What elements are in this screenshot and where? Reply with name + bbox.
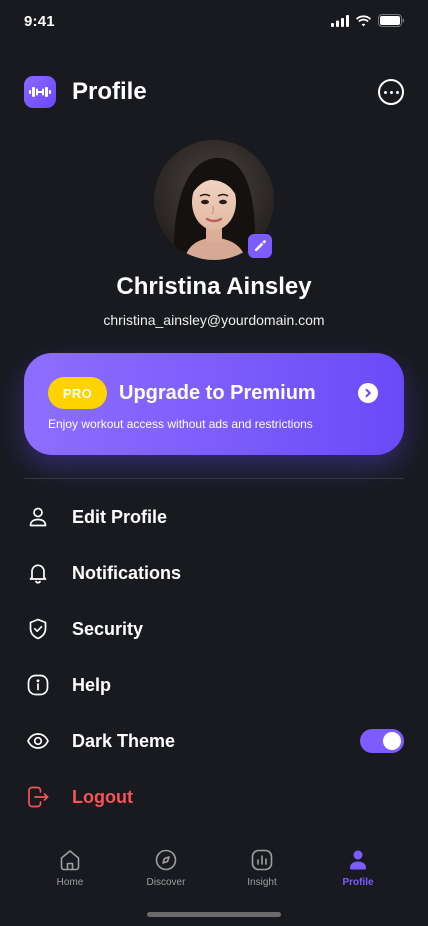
profile-icon (344, 846, 372, 874)
menu-item-security[interactable]: Security (24, 601, 404, 657)
home-icon (56, 846, 84, 874)
status-icons (331, 14, 405, 27)
nav-item-insight[interactable]: Insight (230, 846, 294, 894)
chevron-right-icon (365, 388, 371, 398)
menu-item-label: Help (72, 675, 112, 695)
nav-item-discover[interactable]: Discover (134, 846, 198, 894)
nav-label: Home (56, 877, 84, 888)
chart-icon (248, 846, 276, 874)
menu-item-label: Dark Theme (72, 731, 176, 751)
info-icon (24, 671, 52, 699)
pro-badge: PRO (48, 377, 107, 409)
bell-icon (24, 559, 52, 587)
header: Profile (24, 76, 404, 108)
more-dot-icon (383, 90, 387, 94)
user-name: Christina Ainsley (116, 273, 312, 300)
battery-icon (378, 14, 405, 27)
nav-item-profile[interactable]: Profile (326, 846, 390, 894)
status-time: 9:41 (24, 13, 55, 30)
menu-item-edit-profile[interactable]: Edit Profile (24, 489, 404, 545)
dark-theme-toggle[interactable] (360, 729, 404, 753)
app-logo (24, 76, 56, 108)
profile-screen: 9:41 Profile Christina Ainsley christina… (0, 0, 428, 926)
upgrade-premium-card[interactable]: PRO Upgrade to Premium Enjoy workout acc… (24, 353, 404, 455)
menu-item-label: Notifications (72, 563, 182, 583)
user-email: christina_ainsley@yourdomain.com (103, 312, 325, 328)
wifi-icon (356, 14, 371, 26)
menu-item-help[interactable]: Help (24, 657, 404, 713)
menu-item-label: Security (72, 619, 144, 639)
premium-subtitle: Enjoy workout access without ads and res… (48, 417, 313, 431)
home-indicator (147, 912, 281, 917)
logout-icon (24, 783, 52, 811)
menu-item-label: Logout (72, 787, 133, 807)
edit-avatar-button[interactable] (248, 234, 272, 258)
premium-title: Upgrade to Premium (119, 382, 316, 404)
toggle-knob (383, 732, 401, 750)
user-icon (24, 503, 52, 531)
divider (24, 478, 404, 479)
shield-icon (24, 615, 52, 643)
menu-item-notifications[interactable]: Notifications (24, 545, 404, 601)
status-bar: 9:41 (0, 0, 428, 44)
premium-arrow-button[interactable] (358, 383, 378, 403)
bottom-nav: Home Discover Insight Profile (0, 846, 428, 894)
settings-menu: Edit Profile Notifications Security Help… (24, 489, 404, 825)
nav-label: Insight (247, 877, 277, 888)
dumbbell-icon (29, 87, 51, 97)
nav-item-home[interactable]: Home (38, 846, 102, 894)
avatar-container (154, 140, 274, 260)
menu-item-dark-theme: Dark Theme (24, 713, 404, 769)
more-dot-icon (389, 90, 393, 94)
menu-item-label: Edit Profile (72, 507, 168, 527)
nav-label: Profile (342, 877, 374, 888)
eye-icon (24, 727, 52, 755)
more-dot-icon (395, 90, 399, 94)
cellular-signal-icon (331, 14, 349, 27)
page-title: Profile (72, 78, 147, 105)
menu-item-logout[interactable]: Logout (24, 769, 404, 825)
compass-icon (152, 846, 180, 874)
nav-label: Discover (146, 877, 186, 888)
more-options-button[interactable] (378, 79, 404, 105)
pencil-icon (255, 240, 266, 251)
